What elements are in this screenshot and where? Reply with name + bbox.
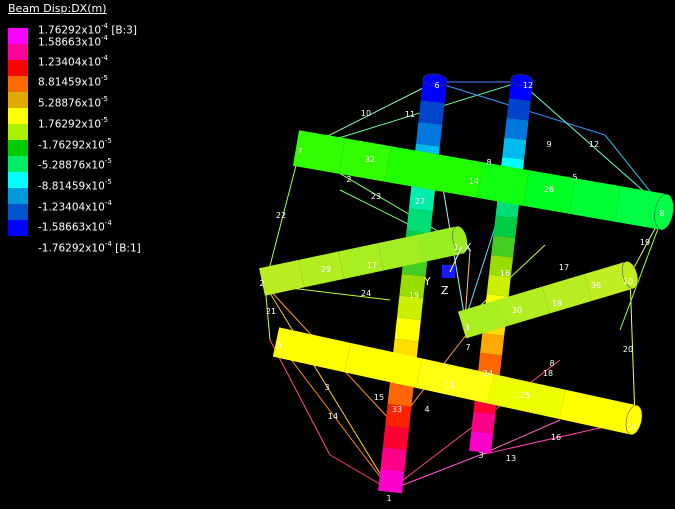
element-number-label: 7	[465, 343, 470, 352]
element-number-label: 14	[469, 177, 479, 186]
axis-origin-cube	[442, 265, 455, 278]
beam-column-right	[506, 98, 531, 121]
beam-model-viewport[interactable]: X Y Z 6 1210 119 12732 8142232658222719129 17…	[0, 0, 675, 509]
element-number-label: 3	[478, 451, 483, 460]
beam-column-left	[378, 469, 405, 494]
element-number-label: 16	[551, 433, 561, 442]
element-number-label: 23	[371, 192, 381, 201]
element-number-label: 15	[374, 393, 384, 402]
beam-column-left	[397, 295, 424, 320]
beam-mid-left	[259, 259, 305, 296]
axis-x-label: X	[464, 241, 472, 254]
axis-y-label: Y	[423, 275, 431, 288]
element-number-label: 12	[589, 140, 599, 149]
beam-top-green	[292, 130, 346, 174]
element-number-label: 10	[623, 277, 633, 286]
element-number-label: 4	[424, 405, 429, 414]
beam-column-right	[480, 333, 505, 356]
element-number-label: 10	[361, 109, 371, 118]
element-number-label: 1	[453, 243, 458, 252]
beam-top-green	[568, 178, 622, 222]
element-number-label: 6	[434, 81, 439, 90]
element-number-label: 2	[346, 175, 351, 184]
element-number-label: 21	[266, 307, 276, 316]
beam-column-left	[415, 122, 443, 147]
beam-column-left	[406, 208, 433, 234]
beam-column-right	[491, 235, 516, 258]
element-number-label: 13	[506, 454, 516, 463]
beam-elements	[259, 73, 674, 494]
element-number-label: 6	[276, 341, 281, 350]
beam-column-right	[504, 117, 529, 140]
element-number-label: 5	[572, 173, 577, 182]
element-number-label: 32	[365, 155, 375, 164]
element-number-label: 18	[552, 299, 562, 308]
element-number-label: 33	[392, 405, 402, 414]
element-number-label: 11	[405, 110, 415, 119]
beam-column-left	[394, 317, 421, 342]
beam-bottom-yellow	[559, 389, 638, 435]
element-number-label: 9	[546, 140, 551, 149]
element-number-label: 12	[523, 81, 533, 90]
element-number-label: 22	[276, 211, 286, 220]
element-number-label: 11	[445, 381, 455, 390]
element-number-label: 7	[297, 147, 302, 156]
element-number-label: 18	[543, 369, 553, 378]
beam-top-green	[384, 146, 438, 190]
beam-mid-left	[377, 234, 424, 271]
beam-top-green	[476, 162, 530, 206]
element-number-label: 36	[591, 281, 601, 290]
element-number-label: 20	[623, 345, 633, 354]
beam-column-right	[502, 137, 527, 160]
element-number-label: 8	[659, 209, 664, 218]
beam-column-right	[469, 431, 494, 454]
element-number-label: 8	[549, 359, 554, 368]
element-number-label: 3	[324, 383, 329, 392]
beam-column-left	[387, 382, 414, 407]
axis-z-label: Z	[441, 284, 449, 297]
element-number-label: 30	[512, 306, 522, 315]
beam-mid-right	[500, 286, 550, 326]
beam-column-right	[486, 274, 511, 297]
element-number-label: 3	[464, 323, 469, 332]
beam-column-left	[382, 425, 410, 450]
beam-column-right	[471, 411, 496, 434]
element-number-label: 25	[520, 391, 530, 400]
beam-column-left	[380, 447, 407, 472]
beam-bottom-yellow	[272, 327, 351, 373]
element-number-label: 15	[409, 291, 419, 300]
beam-bottom-yellow	[344, 342, 423, 388]
element-number-label: 14	[328, 412, 338, 421]
element-number-label: 17	[559, 263, 569, 272]
element-number-label: 14	[627, 423, 637, 432]
element-number-label: 27	[415, 197, 425, 206]
element-number-label: 26	[544, 185, 554, 194]
element-number-label: 1	[386, 494, 391, 503]
element-number-label: 24	[483, 369, 493, 378]
element-number-label: 29	[321, 265, 331, 274]
element-number-label: 8	[486, 158, 491, 167]
element-number-label: 24	[361, 289, 371, 298]
element-number-label: 2	[259, 279, 264, 288]
element-number-label: 17	[367, 261, 377, 270]
element-number-label: 19	[640, 238, 650, 247]
beam-column-left	[418, 100, 445, 125]
element-number-label: 16	[500, 269, 510, 278]
beam-column-right	[493, 215, 518, 238]
